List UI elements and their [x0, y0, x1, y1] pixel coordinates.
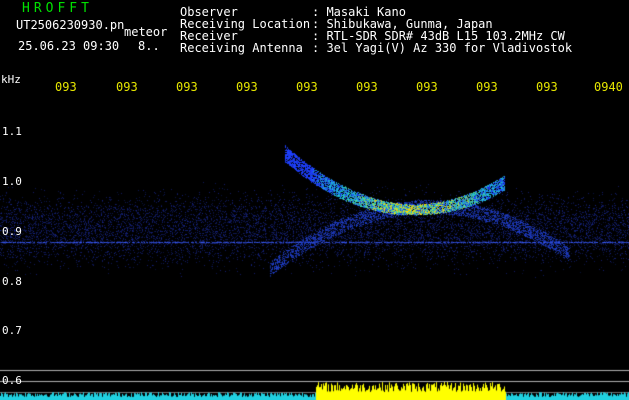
x-tick-label: 093	[116, 80, 138, 94]
spectrogram-canvas	[0, 0, 629, 400]
x-tick-label: 093	[236, 80, 258, 94]
y-tick-label: 1.0	[2, 175, 22, 188]
x-tick-label: 093	[296, 80, 318, 94]
header-value-antenna: : 3el Yagi(V) Az 330 for Vladivostok	[312, 41, 573, 55]
datetime-label: 25.06.23 09:30	[18, 39, 120, 53]
x-tick-label: 093	[55, 80, 77, 94]
y-tick-label: 0.8	[2, 275, 22, 288]
y-tick-label: 0.6	[2, 374, 22, 387]
x-tick-label: 093	[416, 80, 438, 94]
x-tick-label: 093	[476, 80, 498, 94]
y-tick-label: 0.9	[2, 225, 22, 238]
x-tick-label: 093	[356, 80, 378, 94]
app-title: HROFFT	[22, 1, 93, 16]
y-tick-label: 1.1	[2, 125, 22, 138]
counter-label: 8..	[138, 39, 160, 53]
y-tick-label: 0.7	[2, 324, 22, 337]
header-label-antenna: Receiving Antenna	[180, 41, 303, 55]
x-tick-label: 093	[536, 80, 558, 94]
y-axis-unit: kHz	[1, 73, 21, 86]
mode-label: meteor	[124, 25, 168, 39]
filename-label: UT2506230930.pn	[16, 18, 125, 32]
x-tick-label: 093	[176, 80, 198, 94]
x-tick-label: 0940	[594, 80, 623, 94]
